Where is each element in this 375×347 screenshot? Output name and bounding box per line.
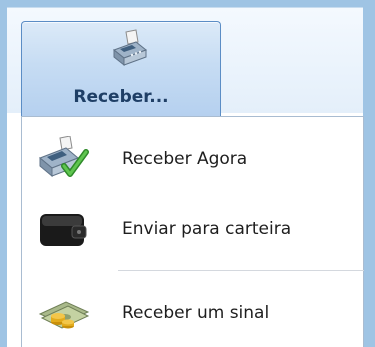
menu-separator [118,270,364,271]
frame-right-border [363,0,375,347]
wallet-icon [36,206,90,252]
menu-item-enviar-carteira[interactable]: Enviar para carteira [22,199,363,259]
receber-button-label: Receber... [73,87,169,107]
menu-item-label: Enviar para carteira [122,219,292,239]
menu-item-label: Receber um sinal [122,303,270,323]
frame-left-border [0,0,7,347]
receber-button[interactable]: Receber... [21,21,221,117]
receber-dropdown-menu: Receber Agora Enviar para carteira Receb… [21,116,364,347]
menu-item-label: Receber Agora [122,149,248,169]
menu-item-receber-sinal[interactable]: Receber um sinal [22,283,363,343]
frame-top-border [0,0,375,7]
cash-register-icon [106,28,150,72]
menu-item-receber-agora[interactable]: Receber Agora [22,129,363,189]
money-coins-icon [36,290,90,336]
cash-register-check-icon [36,135,90,182]
